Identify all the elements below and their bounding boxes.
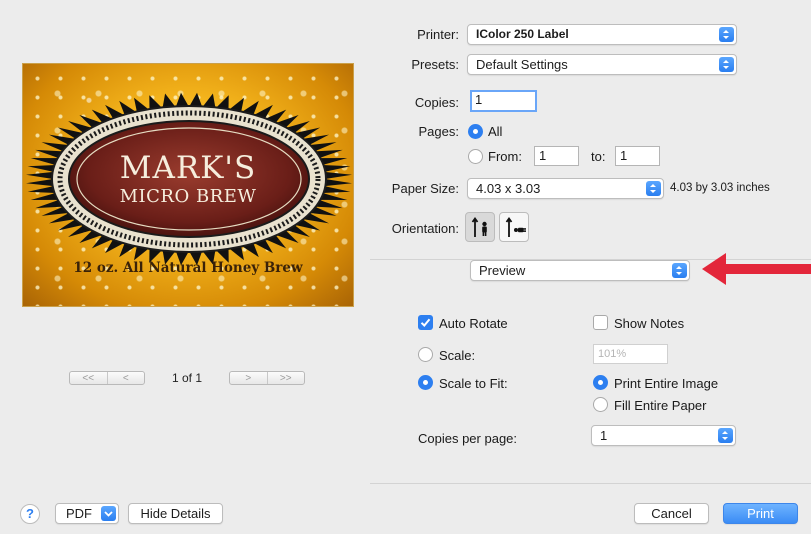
checkmark-icon xyxy=(420,318,431,327)
pdf-label: PDF xyxy=(66,506,92,521)
pages-to-input[interactable]: 1 xyxy=(615,146,660,166)
first-page-button[interactable]: << xyxy=(70,372,107,384)
section-divider-bottom xyxy=(370,483,811,484)
page-indicator: 1 of 1 xyxy=(172,371,203,385)
scale-input[interactable]: 101% xyxy=(593,344,668,364)
copies-per-page-value: 1 xyxy=(600,428,608,443)
copies-per-page-select[interactable]: 1 xyxy=(591,425,736,446)
presets-label: Presets: xyxy=(411,57,459,72)
section-value: Preview xyxy=(479,263,526,278)
scale-to-fit-label: Scale to Fit: xyxy=(439,376,508,391)
fill-entire-paper-label: Fill Entire Paper xyxy=(614,398,707,413)
pages-all-radio[interactable] xyxy=(468,124,483,139)
pages-all-label: All xyxy=(488,124,503,139)
section-select[interactable]: Preview xyxy=(470,260,690,281)
paper-size-label: Paper Size: xyxy=(391,181,459,196)
red-arrow-icon xyxy=(702,253,811,285)
print-preview-image: MARK'S MICRO BREW 12 oz. All Natural Hon… xyxy=(22,63,354,307)
print-entire-image-radio[interactable] xyxy=(593,375,608,390)
paper-size-select[interactable]: 4.03 x 3.03 xyxy=(467,178,664,199)
section-stepper-icon xyxy=(672,263,687,278)
landscape-orientation-button[interactable] xyxy=(499,212,529,242)
pager-forward-group[interactable]: > >> xyxy=(229,371,305,385)
auto-rotate-label: Auto Rotate xyxy=(439,316,508,331)
pages-from-input[interactable]: 1 xyxy=(534,146,579,166)
printer-value: IColor 250 Label xyxy=(476,27,569,41)
copies-input[interactable]: 1 xyxy=(470,90,537,112)
scale-radio[interactable] xyxy=(418,347,433,362)
pages-range-radio[interactable] xyxy=(468,149,483,164)
print-button[interactable]: Print xyxy=(723,503,798,524)
pages-to-label: to: xyxy=(591,149,606,164)
presets-stepper-icon xyxy=(719,57,734,72)
fill-entire-paper-radio[interactable] xyxy=(593,397,608,412)
presets-value: Default Settings xyxy=(476,57,568,72)
help-button[interactable]: ? xyxy=(20,504,40,524)
chevron-down-icon xyxy=(101,506,116,521)
portrait-icon xyxy=(471,216,487,237)
printer-select[interactable]: IColor 250 Label xyxy=(467,24,737,45)
brand-subtitle-text: MICRO BREW xyxy=(119,186,257,207)
next-page-button[interactable]: > xyxy=(230,372,267,384)
show-notes-label: Show Notes xyxy=(614,316,685,331)
help-icon: ? xyxy=(26,506,34,521)
print-entire-image-label: Print Entire Image xyxy=(614,376,719,391)
paper-size-value: 4.03 x 3.03 xyxy=(476,181,541,196)
auto-rotate-checkbox[interactable] xyxy=(418,315,433,330)
copies-per-page-stepper-icon xyxy=(718,428,733,443)
portrait-orientation-button[interactable] xyxy=(465,212,495,242)
pages-from-label: From: xyxy=(488,149,522,164)
printer-label: Printer: xyxy=(417,27,459,42)
orientation-label: Orientation: xyxy=(391,221,459,236)
cancel-button[interactable]: Cancel xyxy=(634,503,709,524)
pages-label: Pages: xyxy=(418,124,459,139)
presets-select[interactable]: Default Settings xyxy=(467,54,737,75)
landscape-icon xyxy=(505,216,526,237)
pager-back-group[interactable]: << < xyxy=(69,371,145,385)
copies-label: Copies: xyxy=(414,95,459,110)
printer-stepper-icon xyxy=(719,27,734,42)
show-notes-checkbox[interactable] xyxy=(593,315,608,330)
pdf-menu-button[interactable]: PDF xyxy=(55,503,119,524)
scale-label: Scale: xyxy=(439,348,476,363)
scale-to-fit-radio[interactable] xyxy=(418,375,433,390)
paper-size-description: 4.03 by 3.03 inches xyxy=(670,182,770,194)
brand-name-text: MARK'S xyxy=(119,150,257,186)
paper-size-stepper-icon xyxy=(646,181,661,196)
previous-page-button[interactable]: < xyxy=(106,372,145,384)
brand-footer-text: 12 oz. All Natural Honey Brew xyxy=(73,260,303,276)
last-page-button[interactable]: >> xyxy=(266,372,305,384)
hide-details-button[interactable]: Hide Details xyxy=(128,503,223,524)
copies-per-page-label: Copies per page: xyxy=(418,431,518,446)
